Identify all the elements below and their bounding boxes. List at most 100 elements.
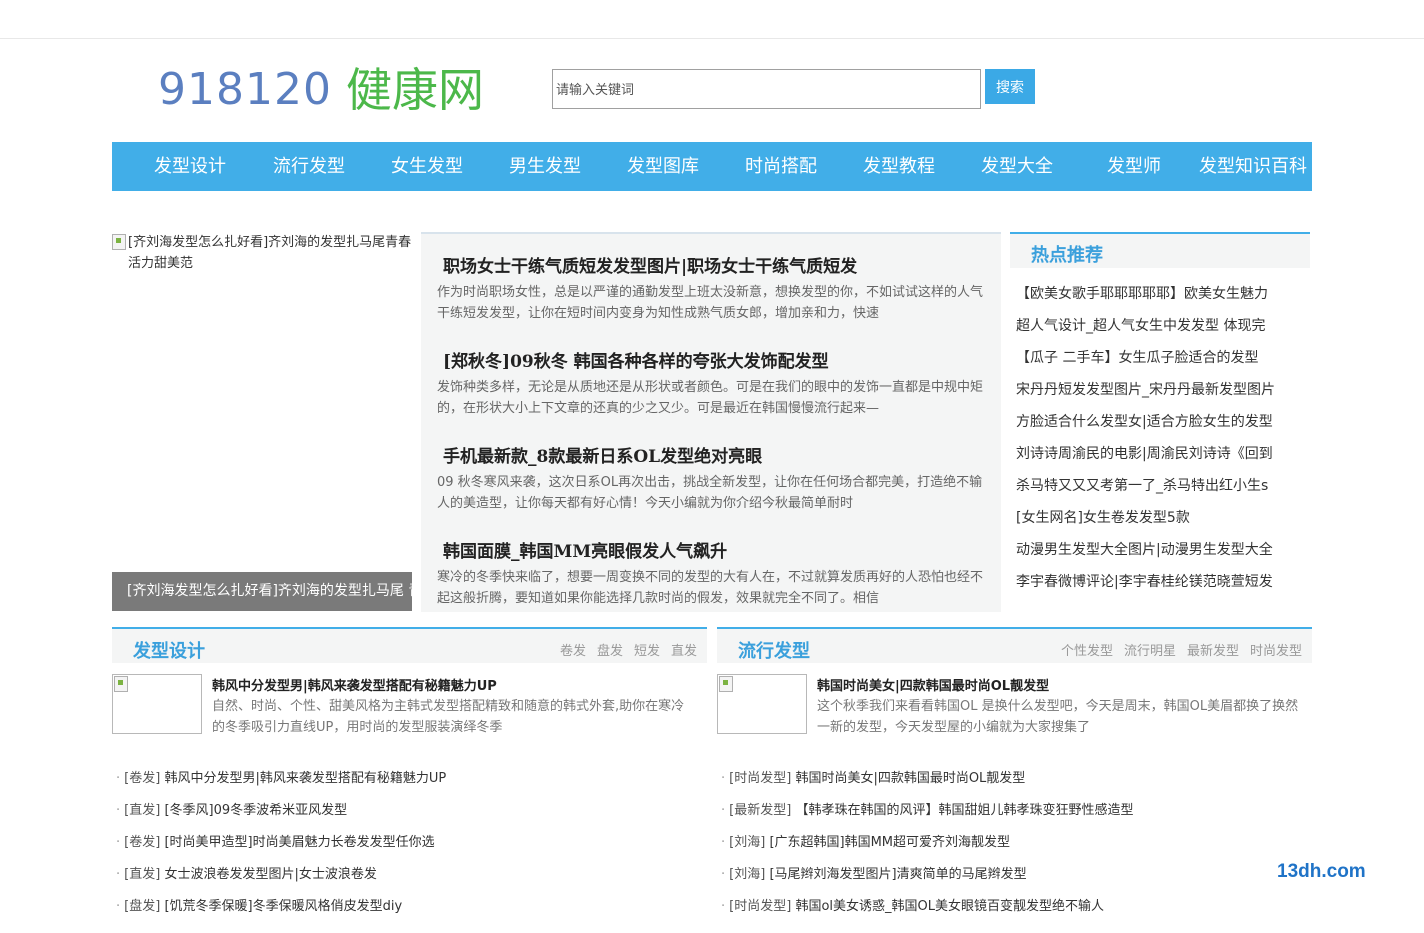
list-item-title[interactable]: [马尾辫刘海发型图片]清爽简单的马尾辫发型 bbox=[769, 867, 1026, 882]
list-item-tag[interactable]: [直发] bbox=[124, 867, 160, 882]
logo-text: 健康网 bbox=[345, 63, 484, 117]
bullet: · bbox=[116, 835, 121, 850]
article-summary: 发饰种类多样，无论是从质地还是从形状或者颜色。可是在我们的眼中的发饰一直都是中规… bbox=[437, 380, 984, 416]
article-title[interactable]: [郑秋冬]09秋冬 韩国各种各样的夸张大发饰配发型 bbox=[443, 347, 829, 372]
section-tag-link[interactable]: 短发 bbox=[634, 644, 660, 659]
article-summary: 寒冷的冬季快来临了，想要一周变换不同的发型的大有人在，不过就算发质再好的人恐怕也… bbox=[437, 570, 984, 606]
feature-title[interactable]: 韩国时尚美女|四款韩国最时尚OL靓发型 bbox=[817, 675, 1049, 694]
list-item-title[interactable]: [饥荒冬季保暖]冬季保暖风格俏皮发型diy bbox=[164, 899, 402, 914]
article-summary: 作为时尚职场女性，总是以严谨的通勤发型上班太没新意，想换发型的你，不如试试这样的… bbox=[437, 285, 984, 321]
hot-item[interactable]: 【欧美女歌手耶耶耶耶耶】欧美女生魅力 bbox=[1016, 284, 1310, 316]
watermark: 13dh.com bbox=[1277, 861, 1366, 882]
feature-summary: 自然、时尚、个性、甜美风格为主韩式发型搭配精致和随意的韩式外套,助你在寒冷的冬季… bbox=[212, 699, 685, 735]
hot-item[interactable]: 宋丹丹短发发型图片_宋丹丹最新发型图片 bbox=[1016, 380, 1310, 412]
list-item-tag[interactable]: [卷发] bbox=[124, 835, 160, 850]
bullet: · bbox=[116, 899, 121, 914]
hot-item[interactable]: 刘诗诗周渝民的电影|周渝民刘诗诗《回到 bbox=[1016, 444, 1310, 476]
article-title[interactable]: 职场女士干练气质短发发型图片|职场女士干练气质短发 bbox=[443, 252, 857, 277]
list-item[interactable]: · [卷发] [时尚美甲造型]时尚美眉魅力长卷发发型任你选 bbox=[116, 831, 446, 863]
section-list: · [时尚发型] 韩国时尚美女|四款韩国最时尚OL靓发型 · [最新发型] 【韩孝珠… bbox=[721, 767, 1133, 927]
list-item[interactable]: · [盘发] [饥荒冬季保暖]冬季保暖风格俏皮发型diy bbox=[116, 895, 446, 927]
main-nav: 发型设计 流行发型 女生发型 男生发型 发型图库 时尚搭配 发型教程 发型大全 … bbox=[112, 142, 1312, 191]
feature-title[interactable]: 韩风中分发型男|韩风来袭发型搭配有秘籍魅力UP bbox=[212, 675, 497, 694]
list-item[interactable]: · [刘海] [广东超韩国]韩国MM超可爱齐刘海靓发型 bbox=[721, 831, 1133, 863]
hot-title: 热点推荐 bbox=[1031, 245, 1103, 266]
bullet: · bbox=[721, 867, 726, 882]
section-tags: 个性发型 流行明星 最新发型 时尚发型 bbox=[1050, 640, 1302, 659]
list-item[interactable]: · [刘海] [马尾辫刘海发型图片]清爽简单的马尾辫发型 bbox=[721, 863, 1133, 895]
section-tag-link[interactable]: 个性发型 bbox=[1061, 644, 1113, 659]
broken-image-icon bbox=[719, 676, 733, 692]
feature-thumbnail[interactable] bbox=[717, 674, 807, 734]
bullet: · bbox=[721, 771, 726, 786]
list-item[interactable]: · [时尚发型] 韩国ol美女诱惑_韩国OL美女眼镜百变靓发型绝不输人 bbox=[721, 895, 1133, 927]
list-item[interactable]: · [直发] [冬季风]09冬季波希米亚风发型 bbox=[116, 799, 446, 831]
hot-item[interactable]: 动漫男生发型大全图片|动漫男生发型大全 bbox=[1016, 540, 1310, 572]
article-title[interactable]: 韩国面膜_韩国MM亮眼假发人气飙升 bbox=[443, 537, 727, 562]
hot-item[interactable]: 【瓜子 二手车】女生瓜子脸适合的发型 bbox=[1016, 348, 1310, 380]
list-item-tag[interactable]: [刘海] bbox=[729, 867, 765, 882]
site-logo[interactable]: 918120 健康网 bbox=[158, 60, 484, 120]
headline-articles: 职场女士干练气质短发发型图片|职场女士干练气质短发 作为时尚职场女性，总是以严谨… bbox=[421, 232, 1001, 612]
feature-thumbnail[interactable] bbox=[112, 674, 202, 734]
section-tag-link[interactable]: 最新发型 bbox=[1187, 644, 1239, 659]
nav-item-stylist[interactable]: 发型师 bbox=[1107, 142, 1161, 191]
nav-item-gallery[interactable]: 发型图库 bbox=[627, 142, 699, 191]
list-item[interactable]: · [最新发型] 【韩孝珠在韩国的风评】韩国甜姐儿韩孝珠变狂野性感造型 bbox=[721, 799, 1133, 831]
bullet: · bbox=[721, 899, 726, 914]
nav-item-collection[interactable]: 发型大全 bbox=[981, 142, 1053, 191]
nav-item-knowledge[interactable]: 发型知识百科 bbox=[1199, 142, 1307, 191]
list-item-tag[interactable]: [最新发型] bbox=[729, 803, 791, 818]
section-tag-link[interactable]: 卷发 bbox=[560, 644, 586, 659]
list-item-title[interactable]: 【韩孝珠在韩国的风评】韩国甜姐儿韩孝珠变狂野性感造型 bbox=[795, 803, 1133, 818]
list-item[interactable]: · [卷发] 韩风中分发型男|韩风来袭发型搭配有秘籍魅力UP bbox=[116, 767, 446, 799]
hot-item[interactable]: 李宇春微博评论|李宇春桂纶镁范晓萱短发 bbox=[1016, 572, 1310, 604]
bullet: · bbox=[116, 771, 121, 786]
hot-item[interactable]: 方脸适合什么发型女|适合方脸女生的发型 bbox=[1016, 412, 1310, 444]
nav-item-men[interactable]: 男生发型 bbox=[509, 142, 581, 191]
list-item-tag[interactable]: [时尚发型] bbox=[729, 771, 791, 786]
section-title[interactable]: 发型设计 bbox=[133, 637, 205, 663]
broken-image-icon bbox=[112, 234, 126, 250]
section-tag-link[interactable]: 盘发 bbox=[597, 644, 623, 659]
search-button[interactable]: 搜索 bbox=[985, 69, 1035, 104]
list-item-title[interactable]: 韩国时尚美女|四款韩国最时尚OL靓发型 bbox=[795, 771, 1025, 786]
broken-image-icon bbox=[114, 676, 128, 692]
nav-item-hair-design[interactable]: 发型设计 bbox=[154, 142, 226, 191]
list-item-title[interactable]: 韩国ol美女诱惑_韩国OL美女眼镜百变靓发型绝不输人 bbox=[795, 899, 1104, 914]
hot-header: 热点推荐 bbox=[1010, 232, 1310, 268]
featured-slideshow[interactable]: [齐刘海发型怎么扎好看]齐刘海的发型扎马尾青春活力甜美范 [齐刘海发型怎么扎好看… bbox=[112, 232, 412, 611]
nav-item-tutorial[interactable]: 发型教程 bbox=[863, 142, 935, 191]
nav-item-fashion[interactable]: 时尚搭配 bbox=[745, 142, 817, 191]
section-header: 流行发型 个性发型 流行明星 最新发型 时尚发型 bbox=[717, 627, 1312, 663]
section-tag-link[interactable]: 流行明星 bbox=[1124, 644, 1176, 659]
slide-image[interactable]: [齐刘海发型怎么扎好看]齐刘海的发型扎马尾青春活力甜美范 bbox=[112, 232, 412, 274]
hot-item[interactable]: 超人气设计_超人气女生中发发型 体现完 bbox=[1016, 316, 1310, 348]
section-title[interactable]: 流行发型 bbox=[738, 637, 810, 663]
article-title[interactable]: 手机最新款_8款最新日系OL发型绝对亮眼 bbox=[443, 442, 762, 467]
hot-item[interactable]: 杀马特又又又考第一了_杀马特出红小生s bbox=[1016, 476, 1310, 508]
list-item-title[interactable]: 女士波浪卷发发型图片|女士波浪卷发 bbox=[164, 867, 376, 882]
article-summary: 09 秋冬寒风来袭，这次日系OL再次出击，挑战全新发型，让你在任何场合都完美，打… bbox=[437, 475, 983, 511]
section-tag-link[interactable]: 时尚发型 bbox=[1250, 644, 1302, 659]
list-item-tag[interactable]: [直发] bbox=[124, 803, 160, 818]
list-item-title[interactable]: [广东超韩国]韩国MM超可爱齐刘海靓发型 bbox=[769, 835, 1010, 850]
slide-caption[interactable]: [齐刘海发型怎么扎好看]齐刘海的发型扎马尾 青春活力甜美范 bbox=[112, 572, 412, 611]
top-divider bbox=[0, 38, 1424, 39]
hot-recommendations: 热点推荐 【欧美女歌手耶耶耶耶耶】欧美女生魅力 超人气设计_超人气女生中发发型 … bbox=[1010, 232, 1310, 612]
search-input[interactable] bbox=[552, 69, 981, 109]
logo-number: 918120 bbox=[158, 64, 332, 115]
list-item-tag[interactable]: [盘发] bbox=[124, 899, 160, 914]
list-item-title[interactable]: 韩风中分发型男|韩风来袭发型搭配有秘籍魅力UP bbox=[164, 771, 446, 786]
section-tag-link[interactable]: 直发 bbox=[671, 644, 697, 659]
list-item-tag[interactable]: [刘海] bbox=[729, 835, 765, 850]
list-item[interactable]: · [时尚发型] 韩国时尚美女|四款韩国最时尚OL靓发型 bbox=[721, 767, 1133, 799]
list-item-tag[interactable]: [卷发] bbox=[124, 771, 160, 786]
list-item[interactable]: · [直发] 女士波浪卷发发型图片|女士波浪卷发 bbox=[116, 863, 446, 895]
list-item-title[interactable]: [冬季风]09冬季波希米亚风发型 bbox=[164, 803, 347, 818]
list-item-tag[interactable]: [时尚发型] bbox=[729, 899, 791, 914]
nav-item-popular[interactable]: 流行发型 bbox=[273, 142, 345, 191]
nav-item-women[interactable]: 女生发型 bbox=[391, 142, 463, 191]
hot-item[interactable]: [女生网名]女生卷发发型5款 bbox=[1016, 508, 1310, 540]
list-item-title[interactable]: [时尚美甲造型]时尚美眉魅力长卷发发型任你选 bbox=[164, 835, 434, 850]
